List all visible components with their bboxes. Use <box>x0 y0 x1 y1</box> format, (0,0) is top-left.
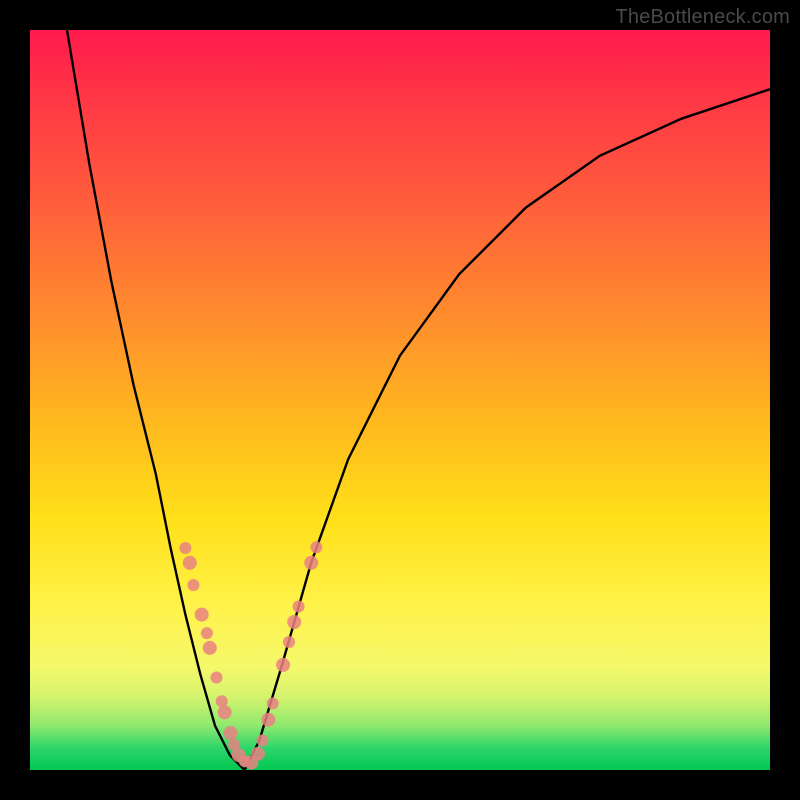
chart-svg <box>30 30 770 770</box>
marker-left-9 <box>224 726 238 740</box>
marker-right-4 <box>276 658 290 672</box>
marker-left-6 <box>211 672 223 684</box>
marker-left-2 <box>188 579 200 591</box>
marker-right-0 <box>251 747 265 761</box>
curve-left-branch <box>67 30 245 770</box>
marker-left-12 <box>239 755 251 767</box>
marker-left-1 <box>183 556 197 570</box>
marker-left-5 <box>203 641 217 655</box>
chart-frame: TheBottleneck.com <box>0 0 800 800</box>
marker-left-4 <box>201 627 213 639</box>
curve-right-branch <box>245 89 770 770</box>
marker-right-6 <box>287 615 301 629</box>
marker-left-7 <box>216 695 228 707</box>
marker-right-1 <box>256 734 268 746</box>
marker-left-10 <box>228 739 240 751</box>
marker-right-9 <box>310 541 322 553</box>
curve-markers <box>179 541 322 769</box>
plot-area <box>30 30 770 770</box>
marker-right-5 <box>283 636 295 648</box>
marker-left-3 <box>195 608 209 622</box>
marker-right-3 <box>267 697 279 709</box>
marker-left-13 <box>244 756 258 770</box>
marker-right-2 <box>261 713 275 727</box>
marker-left-0 <box>179 542 191 554</box>
marker-right-7 <box>293 601 305 613</box>
marker-right-8 <box>304 556 318 570</box>
marker-left-11 <box>232 748 246 762</box>
watermark-text: TheBottleneck.com <box>615 6 790 29</box>
marker-left-8 <box>218 705 232 719</box>
